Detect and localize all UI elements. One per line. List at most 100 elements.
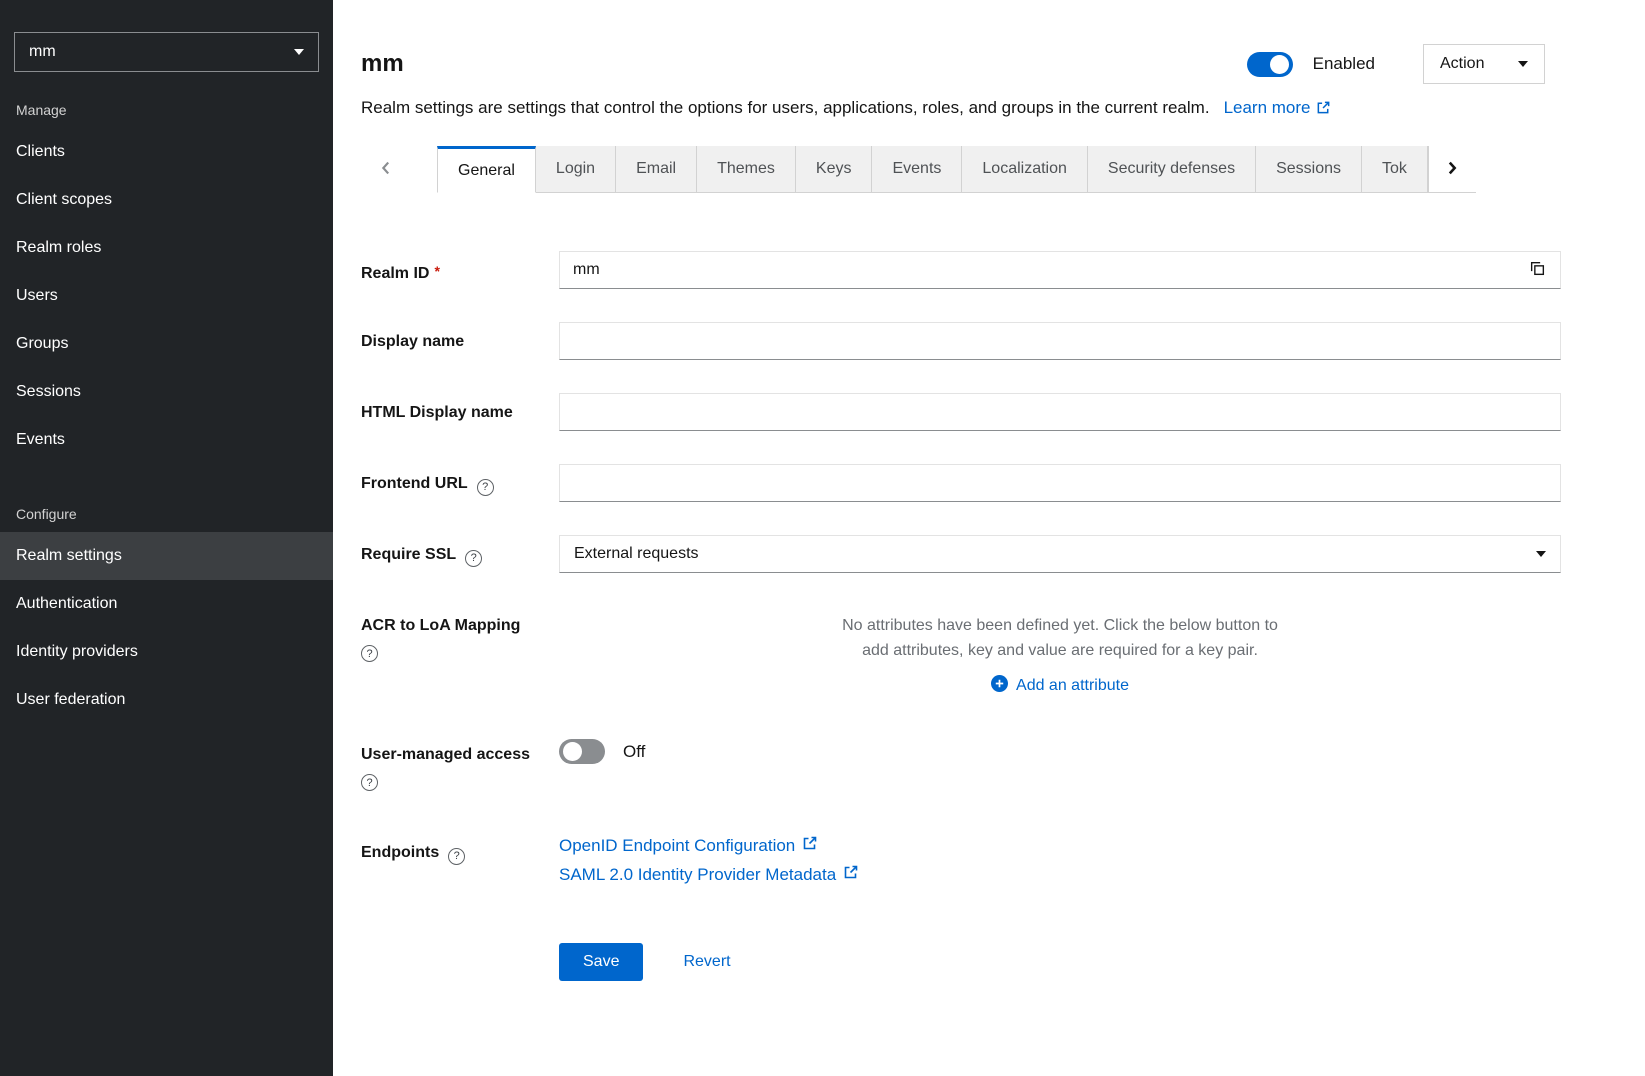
tab-login[interactable]: Login xyxy=(536,146,616,193)
require-ssl-label: Require SSL? xyxy=(361,535,559,573)
realm-id-input[interactable] xyxy=(560,252,1514,288)
require-ssl-value: External requests xyxy=(574,545,699,563)
acr-to-loa-control: No attributes have been defined yet. Cli… xyxy=(559,606,1561,697)
frontend-url-label: Frontend URL? xyxy=(361,464,559,502)
label-text: Frontend URL xyxy=(361,475,468,492)
learn-more-label: Learn more xyxy=(1224,98,1311,117)
user-managed-access-state: Off xyxy=(623,742,645,762)
sidebar-item-events[interactable]: Events xyxy=(0,416,333,464)
page-header: mm Enabled Action xyxy=(333,0,1645,84)
sidebar-item-client-scopes[interactable]: Client scopes xyxy=(0,176,333,224)
openid-endpoint-link[interactable]: OpenID Endpoint Configuration xyxy=(559,835,818,857)
label-text: Require SSL xyxy=(361,546,456,563)
help-icon[interactable]: ? xyxy=(448,848,465,865)
external-link-icon xyxy=(795,835,818,857)
plus-circle-icon xyxy=(991,675,1008,697)
acr-to-loa-row: ACR to LoA Mapping ? No attributes have … xyxy=(361,606,1561,697)
tab-sessions[interactable]: Sessions xyxy=(1256,146,1362,193)
frontend-url-input[interactable] xyxy=(559,464,1561,502)
tab-email[interactable]: Email xyxy=(616,146,697,193)
header-controls: Enabled Action xyxy=(1247,44,1545,84)
help-icon[interactable]: ? xyxy=(477,479,494,496)
html-display-name-row: HTML Display name xyxy=(361,393,1561,431)
revert-link[interactable]: Revert xyxy=(683,953,730,971)
require-ssl-select[interactable]: External requests xyxy=(559,535,1561,573)
tab-scroll-left-button[interactable] xyxy=(333,146,437,193)
required-asterisk: * xyxy=(434,263,439,279)
toggle-knob xyxy=(563,742,582,761)
tab-keys[interactable]: Keys xyxy=(796,146,873,193)
external-link-icon xyxy=(1316,98,1331,122)
copy-button[interactable] xyxy=(1514,252,1560,288)
sidebar-item-groups[interactable]: Groups xyxy=(0,320,333,368)
realm-id-row: Realm ID* xyxy=(361,251,1561,289)
help-icon[interactable]: ? xyxy=(361,645,378,662)
form-actions: Save Revert xyxy=(559,943,1561,1021)
nav-section-configure: Configure xyxy=(0,464,333,532)
save-button[interactable]: Save xyxy=(559,943,643,981)
user-managed-access-toggle[interactable] xyxy=(559,739,605,764)
copy-icon xyxy=(1529,260,1546,280)
help-icon[interactable]: ? xyxy=(361,774,378,791)
action-dropdown[interactable]: Action xyxy=(1423,44,1545,84)
chevron-right-icon xyxy=(1446,159,1459,180)
sidebar-item-realm-roles[interactable]: Realm roles xyxy=(0,224,333,272)
realm-id-label: Realm ID* xyxy=(361,251,559,289)
realm-selector-wrap: mm xyxy=(0,0,333,72)
enabled-label: Enabled xyxy=(1313,54,1375,74)
endpoints-label: Endpoints? xyxy=(361,833,559,893)
sidebar-item-sessions[interactable]: Sessions xyxy=(0,368,333,416)
learn-more-link[interactable]: Learn more xyxy=(1224,98,1331,117)
display-name-input[interactable] xyxy=(559,322,1561,360)
chevron-down-icon xyxy=(1518,61,1528,67)
tab-general[interactable]: General xyxy=(437,146,536,193)
html-display-name-label: HTML Display name xyxy=(361,393,559,431)
sidebar-item-authentication[interactable]: Authentication xyxy=(0,580,333,628)
action-dropdown-label: Action xyxy=(1440,55,1484,73)
require-ssl-row: Require SSL? External requests xyxy=(361,535,1561,573)
html-display-name-input[interactable] xyxy=(559,393,1561,431)
tab-themes[interactable]: Themes xyxy=(697,146,796,193)
help-icon[interactable]: ? xyxy=(465,550,482,567)
tab-events[interactable]: Events xyxy=(872,146,962,193)
realm-enabled-toggle[interactable] xyxy=(1247,52,1293,77)
require-ssl-control: External requests xyxy=(559,535,1561,573)
sidebar-item-user-federation[interactable]: User federation xyxy=(0,676,333,724)
sidebar-item-realm-settings[interactable]: Realm settings xyxy=(0,532,333,580)
tab-scroll-right-button[interactable] xyxy=(1428,146,1476,193)
tab-localization[interactable]: Localization xyxy=(962,146,1088,193)
add-attribute-link[interactable]: Add an attribute xyxy=(991,675,1129,697)
realm-id-control xyxy=(559,251,1561,289)
sidebar-item-clients[interactable]: Clients xyxy=(0,128,333,176)
main-content: mm Enabled Action Realm settings are set… xyxy=(333,0,1645,1076)
configure-nav: Realm settings Authentication Identity p… xyxy=(0,532,333,724)
tab-tokens[interactable]: Tok xyxy=(1362,146,1428,193)
page-title: mm xyxy=(361,50,404,78)
display-name-row: Display name xyxy=(361,322,1561,360)
chevron-left-icon xyxy=(379,159,392,180)
tab-bar: General Login Email Themes Keys Events L… xyxy=(333,146,1645,193)
chevron-down-icon xyxy=(1536,551,1546,557)
external-link-icon xyxy=(836,864,859,886)
realm-id-group xyxy=(559,251,1561,289)
tab-security-defenses[interactable]: Security defenses xyxy=(1088,146,1256,193)
sidebar-item-users[interactable]: Users xyxy=(0,272,333,320)
endpoints-control: OpenID Endpoint Configuration SAML 2.0 I… xyxy=(559,833,1561,893)
saml-metadata-link[interactable]: SAML 2.0 Identity Provider Metadata xyxy=(559,864,859,886)
user-managed-access-control: Off xyxy=(559,735,1561,791)
display-name-control xyxy=(559,322,1561,360)
sidebar: mm Manage Clients Client scopes Realm ro… xyxy=(0,0,333,1076)
realm-selector-dropdown[interactable]: mm xyxy=(14,32,319,72)
sidebar-item-identity-providers[interactable]: Identity providers xyxy=(0,628,333,676)
frontend-url-row: Frontend URL? xyxy=(361,464,1561,502)
realm-settings-description: Realm settings are settings that control… xyxy=(333,84,1645,122)
description-text: Realm settings are settings that control… xyxy=(361,98,1210,117)
manage-nav: Clients Client scopes Realm roles Users … xyxy=(0,128,333,464)
nav-section-manage: Manage xyxy=(0,72,333,128)
openid-endpoint-label: OpenID Endpoint Configuration xyxy=(559,835,795,857)
html-display-name-control xyxy=(559,393,1561,431)
toggle-knob xyxy=(1270,55,1289,74)
general-settings-form: Realm ID* Display name HTML Dis xyxy=(333,193,1645,1054)
chevron-down-icon xyxy=(294,49,304,55)
add-attribute-label: Add an attribute xyxy=(1016,677,1129,695)
